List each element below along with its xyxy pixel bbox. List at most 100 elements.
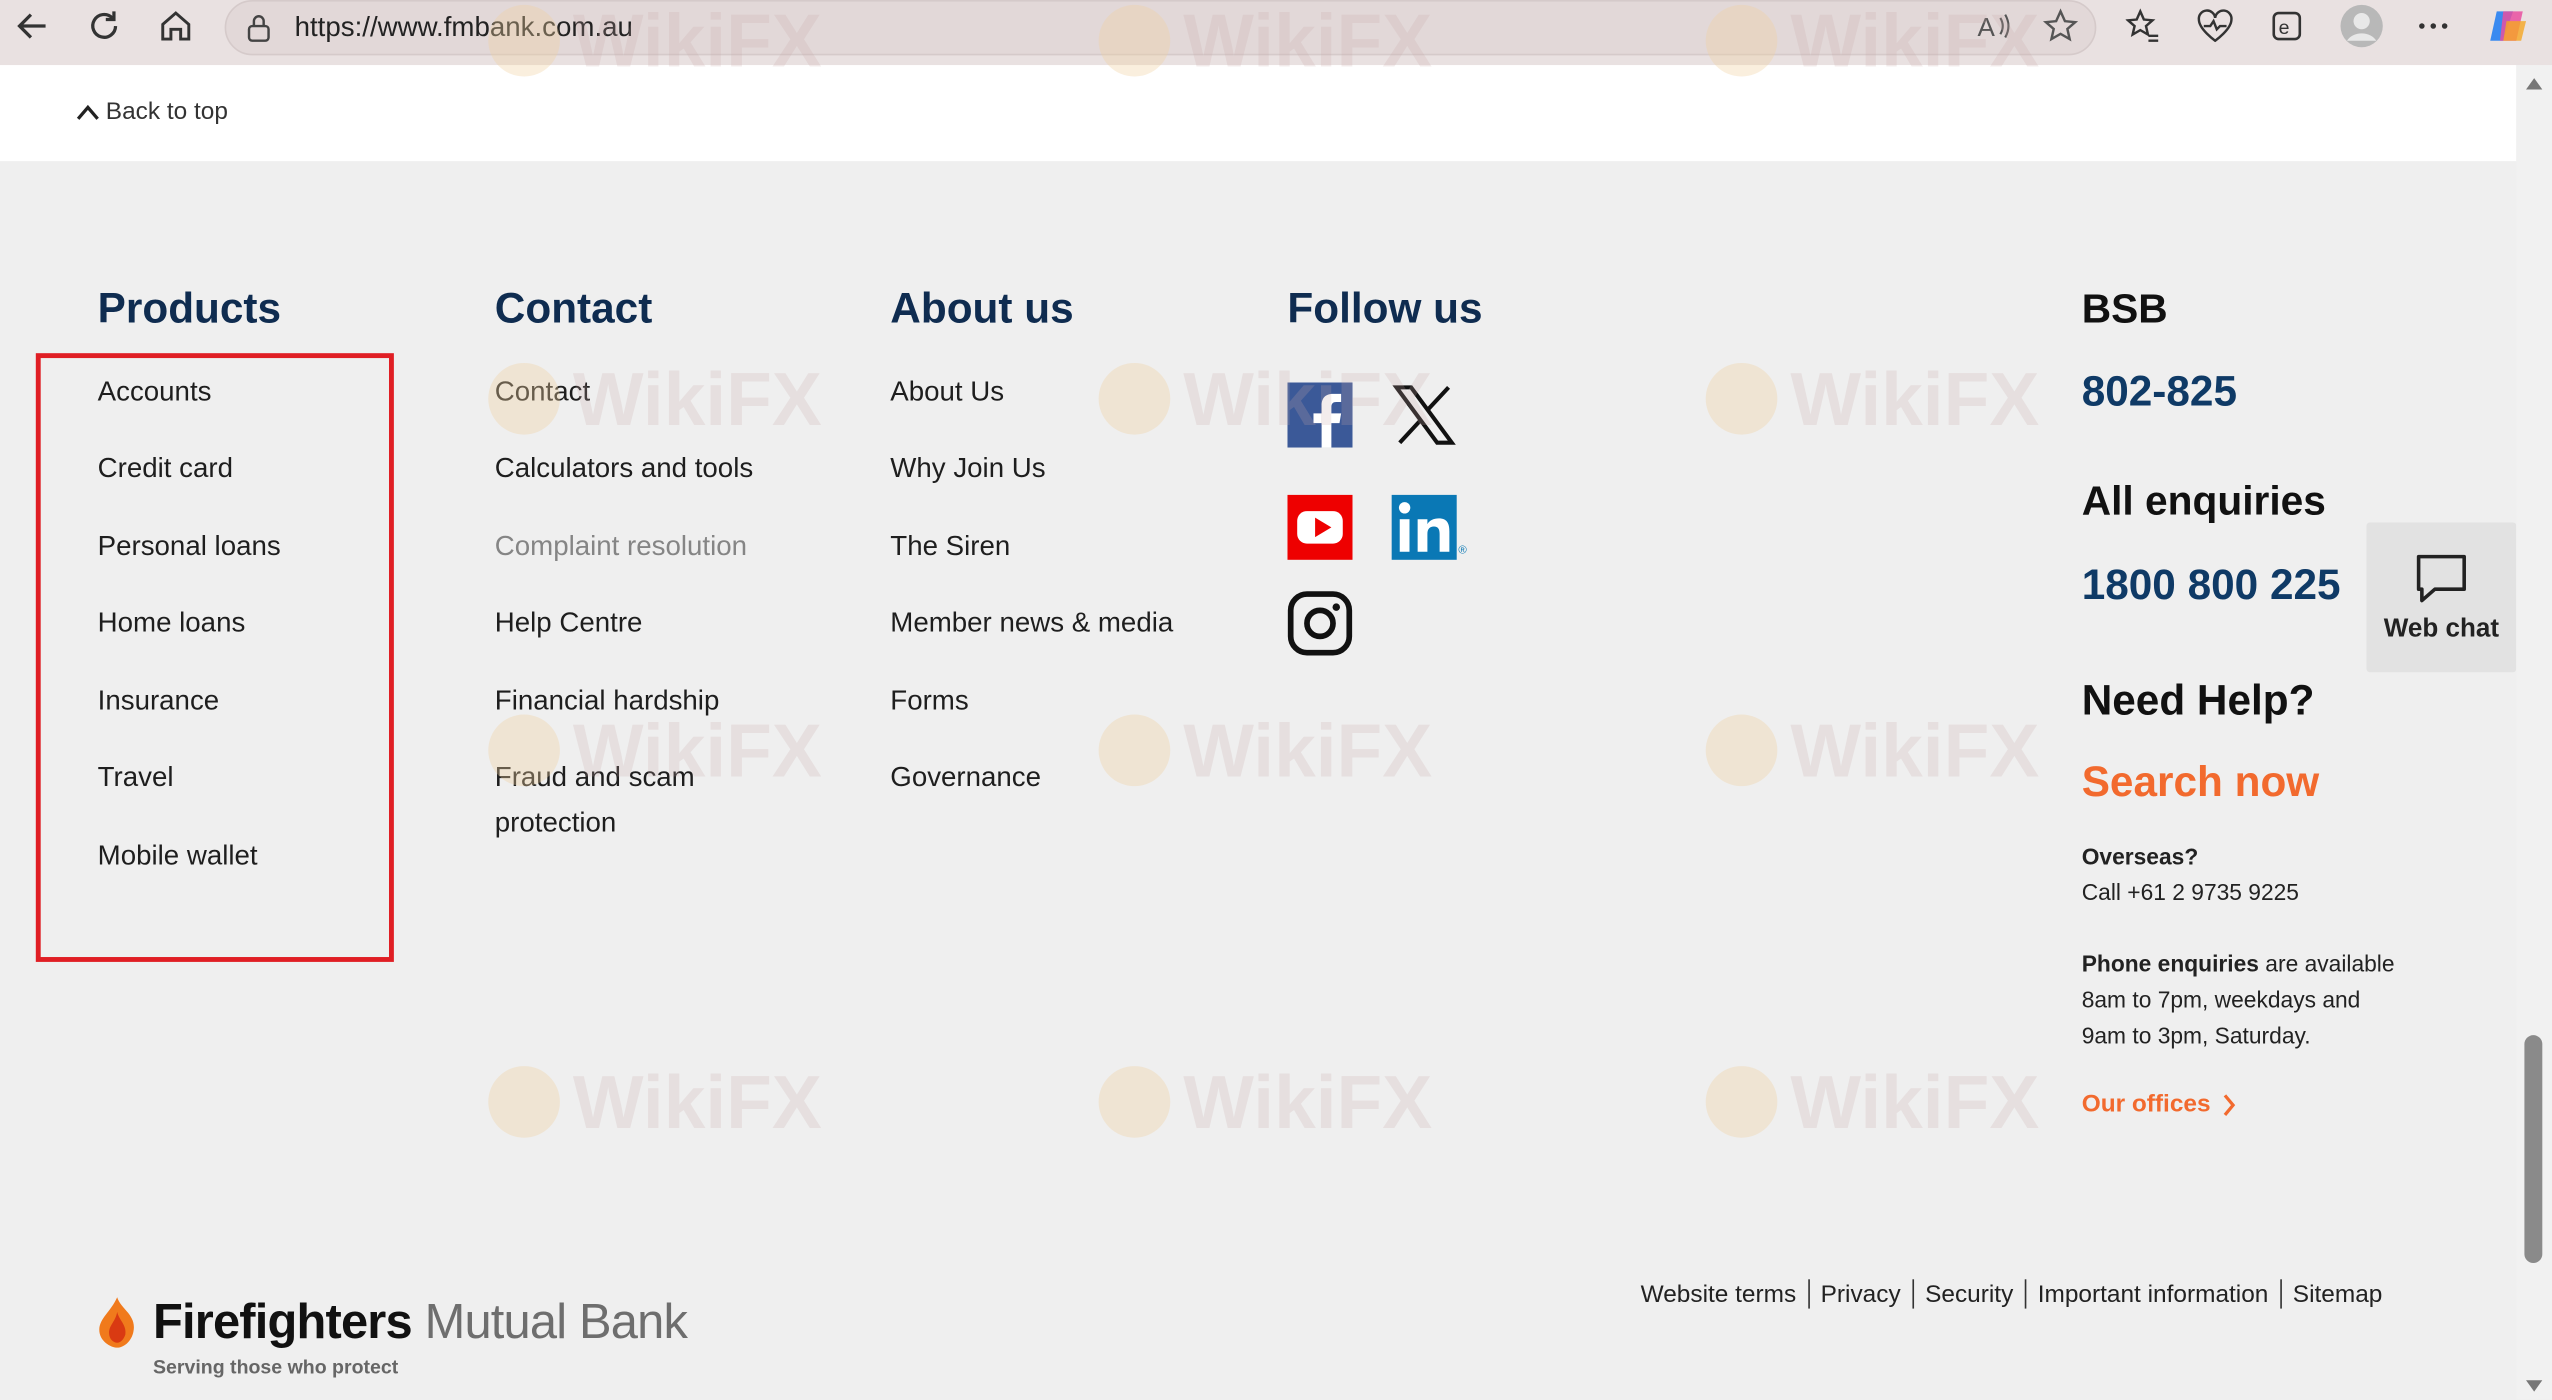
watermark-logo-icon <box>1705 362 1778 435</box>
favorites-icon[interactable] <box>2122 5 2164 47</box>
logo-name-light: Mutual Bank <box>411 1295 688 1350</box>
watermark-text: WikiFX <box>572 356 822 442</box>
profile-avatar-icon[interactable] <box>2337 2 2386 51</box>
legal-link-important-information[interactable]: Important information <box>2038 1280 2269 1308</box>
scroll-down-arrow-icon[interactable] <box>2526 1380 2543 1392</box>
need-help-label: Need Help? <box>2081 675 2315 725</box>
x-icon[interactable] <box>1392 382 1457 447</box>
watermark-logo-icon <box>488 1066 560 1138</box>
lock-icon <box>247 15 270 42</box>
our-offices-link[interactable]: Our offices <box>2082 1090 2237 1118</box>
legal-link-security[interactable]: Security <box>1925 1280 2013 1308</box>
enquiries-label: All enquiries <box>2081 478 2326 525</box>
refresh-icon[interactable] <box>81 3 127 49</box>
contact-link-contact[interactable]: Contact <box>495 369 590 415</box>
address-bar[interactable]: https://www.fmbank.com.au A <box>224 0 2097 56</box>
bsb-number: 802-825 <box>2081 366 2238 416</box>
bsb-label: BSB <box>2081 286 2168 333</box>
watermark-logo-icon <box>1098 1066 1171 1138</box>
about-title: About us <box>890 283 1074 333</box>
products-title: Products <box>97 283 282 333</box>
contact-link-complaint-resolution[interactable]: Complaint resolution <box>495 524 747 570</box>
overseas-call[interactable]: Call +61 2 9735 9225 <box>2082 874 2299 910</box>
watermark: WikiFX <box>1705 1058 2039 1146</box>
legal-link-website-terms[interactable]: Website terms <box>1641 1280 1797 1308</box>
svg-text:e: e <box>2279 17 2290 39</box>
flame-icon <box>99 1297 134 1348</box>
contact-title: Contact <box>494 283 653 333</box>
our-offices-label: Our offices <box>2081 1090 2211 1119</box>
scroll-up-arrow-icon[interactable] <box>2526 78 2543 90</box>
collections-icon[interactable]: e <box>2266 5 2308 47</box>
contact-link-calculators[interactable]: Calculators and tools <box>495 446 753 492</box>
legal-link-sitemap[interactable]: Sitemap <box>2293 1280 2383 1308</box>
watermark-logo-icon <box>1705 1066 1778 1138</box>
page-scrollbar[interactable] <box>2516 65 2552 1400</box>
legal-separator <box>1807 1279 1810 1309</box>
watermark: WikiFX <box>1098 706 1433 794</box>
watermark-text: WikiFX <box>1790 356 2040 442</box>
home-icon[interactable] <box>153 3 199 49</box>
url-text: https://www.fmbank.com.au <box>294 11 633 43</box>
watermark-text: WikiFX <box>1183 1059 1433 1145</box>
legal-link-privacy[interactable]: Privacy <box>1821 1280 1901 1308</box>
contact-link-help-centre[interactable]: Help Centre <box>495 601 643 647</box>
about-link-about-us[interactable]: About Us <box>890 369 1004 415</box>
search-now-link[interactable]: Search now <box>2082 757 2320 807</box>
copilot-icon[interactable] <box>2487 5 2529 47</box>
legal-separator <box>1912 1279 1914 1309</box>
watermark-text: WikiFX <box>572 1059 822 1145</box>
watermark-logo-icon <box>1098 362 1171 435</box>
contact-link-financial-hardship[interactable]: Financial hardship <box>495 679 720 725</box>
logo-wordmark: Firefighters Mutual Bank <box>152 1295 688 1351</box>
facebook-icon[interactable] <box>1287 382 1353 448</box>
watermark-text: WikiFX <box>1790 708 2040 793</box>
linkedin-icon[interactable]: ® <box>1391 494 1470 560</box>
back-to-top-link[interactable]: Back to top <box>75 97 228 126</box>
svg-text:A: A <box>1978 12 1996 42</box>
overseas-label: Overseas? <box>2081 843 2199 870</box>
follow-title: Follow us <box>1287 283 1483 333</box>
youtube-icon[interactable] <box>1287 494 1353 560</box>
browser-toolbar: https://www.fmbank.com.au A e <box>0 0 2552 66</box>
favorite-star-icon[interactable] <box>2039 5 2081 47</box>
legal-separator <box>2279 1279 2282 1309</box>
phone-enquiries-line3: 9am to 3pm, Saturday. <box>2081 1022 2311 1049</box>
watermark-text: WikiFX <box>1183 708 1433 793</box>
web-chat-button[interactable]: Web chat <box>2366 522 2517 673</box>
watermark: WikiFX <box>1098 355 1432 443</box>
legal-separator <box>2024 1279 2027 1309</box>
back-arrow-icon[interactable] <box>10 3 56 49</box>
watermark: WikiFX <box>1705 706 2040 794</box>
contact-link-fraud-scam-line2[interactable]: protection <box>495 801 617 847</box>
chevron-right-icon <box>2223 1093 2236 1116</box>
phone-enquiries-line2: 8am to 7pm, weekdays and <box>2081 986 2361 1013</box>
back-to-top-bar: Back to top <box>0 65 2517 162</box>
enquiries-number[interactable]: 1800 800 225 <box>2082 560 2341 610</box>
legal-links: Website terms Privacy Security Important… <box>1641 1279 2383 1309</box>
watermark: WikiFX <box>488 1058 822 1146</box>
health-icon[interactable] <box>2194 5 2236 47</box>
watermark-logo-icon <box>1705 714 1778 787</box>
highlight-box <box>35 353 394 962</box>
about-link-member-news[interactable]: Member news & media <box>890 601 1173 647</box>
scrollbar-thumb[interactable] <box>2524 1035 2543 1264</box>
svg-text:®: ® <box>1458 544 1467 556</box>
watermark: WikiFX <box>1098 1058 1433 1146</box>
read-aloud-icon[interactable]: A <box>1974 5 2016 47</box>
about-link-why-join[interactable]: Why Join Us <box>890 446 1045 492</box>
contact-link-fraud-scam[interactable]: Fraud and scam <box>495 755 695 801</box>
more-options-icon[interactable] <box>2412 5 2454 47</box>
watermark-logo-icon <box>1098 714 1171 787</box>
about-link-the-siren[interactable]: The Siren <box>890 524 1010 570</box>
phone-enquiries-rest: are available <box>2258 950 2395 977</box>
about-link-forms[interactable]: Forms <box>890 679 968 725</box>
logo-name-bold: Firefighters <box>152 1295 413 1350</box>
back-to-top-label: Back to top <box>105 97 228 126</box>
instagram-icon[interactable] <box>1287 591 1353 656</box>
page: https://www.fmbank.com.au A e Back to to… <box>0 0 2552 1400</box>
logo-tagline: Serving those who protect <box>152 1355 399 1379</box>
chat-bubble-icon <box>2416 554 2466 603</box>
about-link-governance[interactable]: Governance <box>890 755 1041 801</box>
phone-enquiries-bold: Phone enquiries <box>2081 950 2259 977</box>
